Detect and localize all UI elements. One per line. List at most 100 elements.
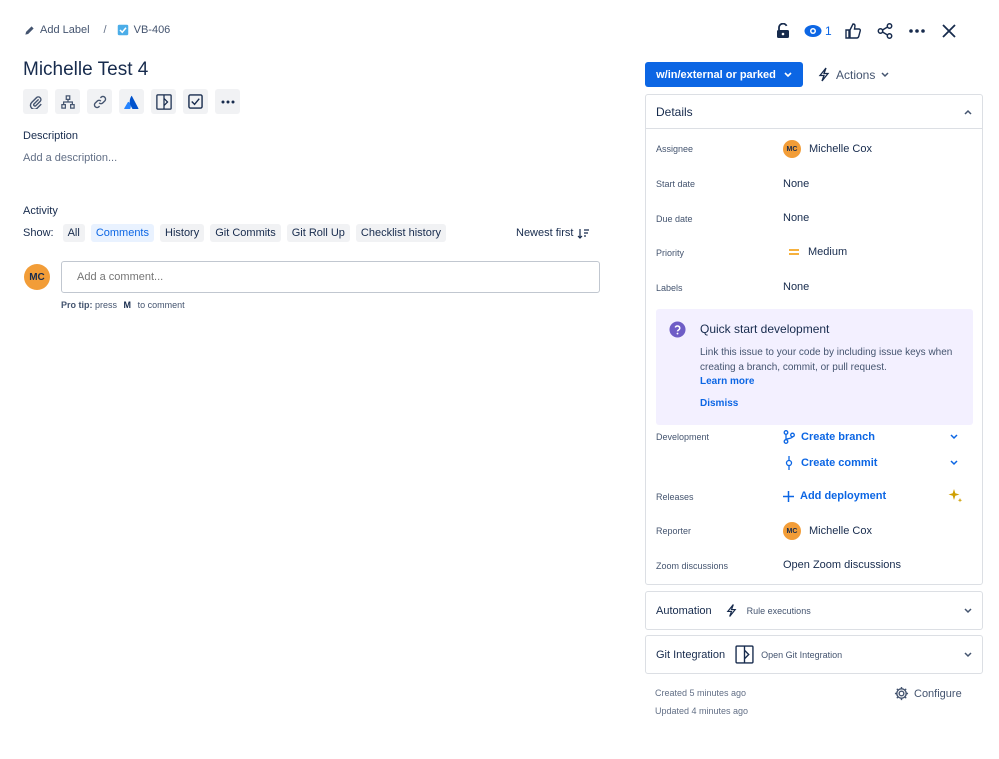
branch-icon — [783, 430, 795, 444]
add-label-link[interactable]: Add Label — [24, 24, 90, 36]
protip-suffix: to comment — [137, 300, 185, 310]
assignee-field[interactable]: MC Michelle Cox — [783, 140, 872, 158]
chevron-down-icon — [784, 71, 792, 78]
filter-history[interactable]: History — [160, 224, 205, 242]
breadcrumb-separator: / — [103, 24, 107, 36]
assignee-avatar: MC — [783, 140, 801, 158]
priority-medium-icon — [788, 248, 800, 256]
rule-executions-link[interactable]: Rule executions — [747, 606, 811, 616]
more-horizontal-icon — [221, 100, 235, 104]
status-transition-button[interactable]: w/in/external or parked — [645, 62, 803, 87]
issue-header-actions: 1 — [772, 20, 970, 42]
releases-label: Releases — [656, 492, 694, 502]
comment-input[interactable] — [61, 261, 600, 293]
details-header[interactable]: Details — [646, 95, 982, 129]
commit-icon — [783, 456, 795, 470]
git-integration-icon — [735, 645, 754, 664]
actions-label: Actions — [836, 67, 876, 82]
quick-start-development: Quick start development Link this issue … — [656, 309, 973, 425]
automation-panel: Automation Rule executions — [645, 591, 983, 630]
close-icon — [942, 24, 956, 38]
breadcrumb: Add Label / VB-406 — [24, 24, 170, 36]
share-button[interactable] — [874, 20, 896, 42]
zoom-label: Zoom discussions — [656, 561, 729, 571]
issue-key-link[interactable]: VB-406 — [117, 24, 171, 36]
protip-prefix: Pro tip: — [61, 300, 93, 310]
assignee-label: Assignee — [656, 144, 694, 154]
create-commit-label: Create commit — [801, 457, 878, 469]
details-panel: Details Assignee MC Michelle Cox Start d… — [645, 94, 983, 585]
vote-button[interactable] — [842, 20, 864, 42]
filter-git-roll-up[interactable]: Git Roll Up — [286, 224, 350, 242]
lightning-icon — [726, 603, 737, 618]
child-issue-button[interactable] — [55, 89, 80, 114]
open-git-integration-link[interactable]: Open Git Integration — [761, 650, 842, 660]
atlassian-logo-icon — [124, 95, 139, 109]
zoom-link[interactable]: Open Zoom discussions — [783, 559, 901, 571]
reporter-field[interactable]: MC Michelle Cox — [783, 522, 872, 540]
issue-toolbar — [23, 89, 240, 114]
create-branch-label: Create branch — [801, 431, 875, 443]
more-horizontal-icon — [908, 29, 925, 33]
labels-label: Labels — [656, 283, 683, 293]
activity-label: Activity — [23, 205, 58, 217]
quick-start-title: Quick start development — [700, 322, 830, 336]
created-timestamp: Created 5 minutes ago — [655, 688, 747, 698]
user-avatar: MC — [24, 264, 50, 290]
configure-label: Configure — [914, 687, 962, 700]
automation-title: Automation — [656, 604, 712, 617]
git-integration-header[interactable]: Git Integration Open Git Integration — [646, 636, 982, 673]
chevron-down-icon[interactable] — [950, 434, 958, 440]
pencil-icon — [24, 25, 35, 36]
protip-key: M — [123, 300, 132, 310]
more-button[interactable] — [906, 20, 928, 42]
filter-git-commits[interactable]: Git Commits — [210, 224, 281, 242]
git-integration-panel: Git Integration Open Git Integration — [645, 635, 983, 674]
reporter-avatar: MC — [783, 522, 801, 540]
checklist-button[interactable] — [183, 89, 208, 114]
add-deployment-link[interactable]: Add deployment — [783, 490, 886, 502]
hierarchy-icon — [60, 94, 75, 109]
git-integration-title: Git Integration — [656, 648, 726, 661]
help-icon — [669, 321, 686, 338]
issue-title[interactable]: Michelle Test 4 — [23, 59, 148, 81]
quick-start-text: Link this issue to your code by includin… — [700, 347, 953, 373]
ai-sparkle-icon[interactable] — [947, 488, 963, 504]
filter-comments[interactable]: Comments — [90, 224, 154, 242]
add-deployment-label: Add deployment — [800, 490, 887, 502]
sort-order-button[interactable]: Newest first — [516, 227, 590, 239]
configure-button[interactable]: Configure — [894, 686, 962, 701]
watch-button[interactable]: 1 — [804, 24, 832, 38]
share-icon — [877, 23, 893, 39]
paperclip-icon — [29, 95, 43, 109]
attach-button[interactable] — [23, 89, 48, 114]
automation-header[interactable]: Automation Rule executions — [646, 592, 982, 629]
development-label: Development — [656, 432, 710, 442]
filter-checklist-history[interactable]: Checklist history — [355, 224, 446, 242]
filter-all[interactable]: All — [62, 224, 85, 242]
lock-button[interactable] — [772, 20, 794, 42]
actions-button[interactable]: Actions — [818, 62, 889, 87]
link-issue-button[interactable] — [87, 89, 112, 114]
labels-field[interactable]: None — [783, 281, 809, 293]
issue-key: VB-406 — [133, 24, 171, 36]
status-label: w/in/external or parked — [656, 68, 776, 81]
learn-more-link[interactable]: Learn more — [700, 376, 754, 387]
start-date-field[interactable]: None — [783, 178, 809, 190]
description-label: Description — [23, 130, 79, 142]
task-checkbox-icon — [117, 24, 129, 36]
more-apps-button[interactable] — [215, 89, 240, 114]
dismiss-link[interactable]: Dismiss — [700, 398, 738, 409]
close-button[interactable] — [938, 20, 960, 42]
due-date-field[interactable]: None — [783, 212, 809, 224]
description-input[interactable]: Add a description... — [23, 152, 117, 164]
create-branch-link[interactable]: Create branch — [783, 430, 875, 444]
confluence-button[interactable] — [119, 89, 144, 114]
priority-field[interactable]: Medium — [788, 246, 847, 258]
chevron-down-icon — [881, 71, 889, 78]
sort-descending-icon — [577, 228, 590, 239]
git-integration-button[interactable] — [151, 89, 176, 114]
chevron-down-icon[interactable] — [950, 460, 958, 466]
gear-icon — [894, 686, 909, 701]
create-commit-link[interactable]: Create commit — [783, 456, 877, 470]
